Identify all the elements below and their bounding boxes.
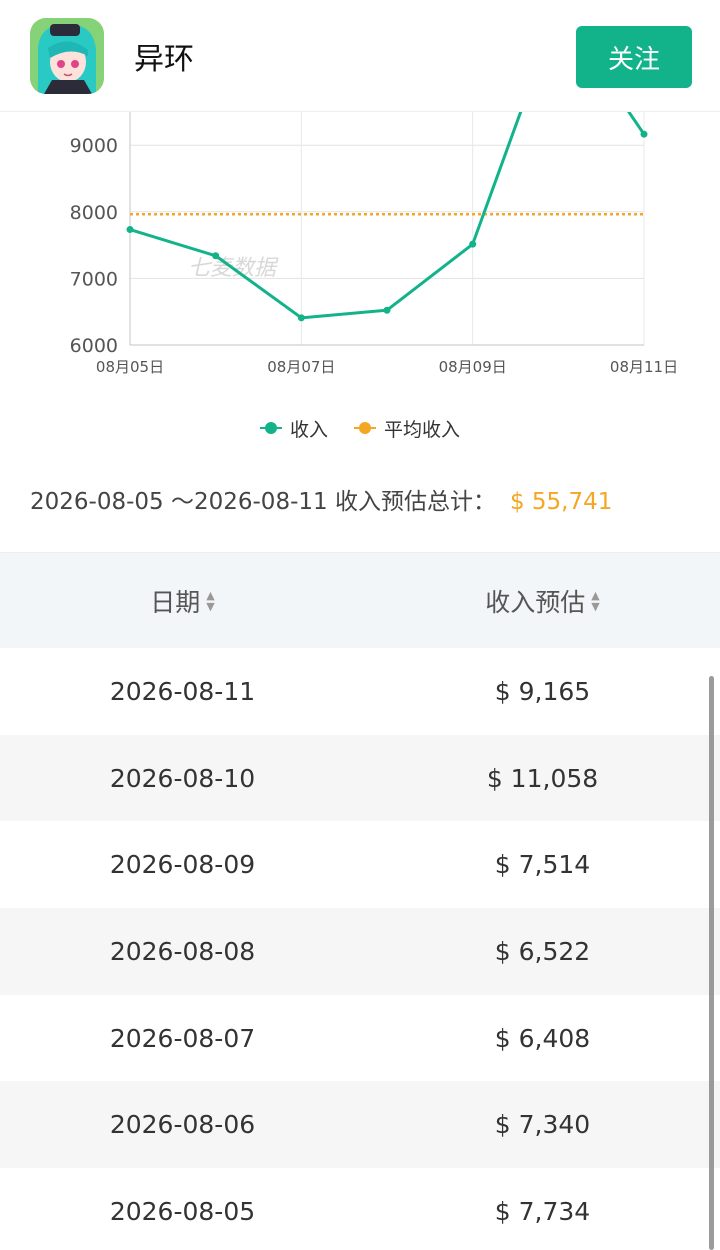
revenue-summary: 2026-08-05 ～2026-08-11 收入预估总计： $ 55,741 — [30, 482, 612, 516]
row-date: 2026-08-09 — [109, 850, 256, 880]
table-row: 2026-08-11 $ 9,165 — [0, 648, 720, 735]
legend-item-average[interactable]: 平均收入 — [354, 415, 460, 442]
summary-total: $ 55,741 — [509, 489, 613, 515]
y-tick-label: 7000 — [70, 268, 118, 290]
chart-legend: 收入 平均收入 — [0, 410, 720, 446]
app-icon[interactable] — [30, 18, 104, 94]
x-tick-label: 08月07日 — [267, 358, 335, 376]
app-header: 异环 关注 — [0, 0, 720, 112]
x-tick-label: 08月09日 — [439, 358, 507, 376]
row-date: 2026-08-11 — [109, 676, 256, 706]
data-point — [640, 130, 648, 138]
scrollbar[interactable] — [709, 676, 714, 1250]
data-point — [469, 240, 477, 248]
row-revenue: $ 9,165 — [494, 676, 591, 706]
sort-icon[interactable]: ▲ ▼ — [591, 590, 599, 612]
data-point — [297, 314, 305, 322]
row-date: 2026-08-06 — [109, 1110, 256, 1140]
row-revenue: $ 7,514 — [494, 850, 591, 880]
summary-text: 2026-08-05 ～2026-08-11 收入预估总计： — [30, 489, 496, 515]
revenue-column-header[interactable]: 收入预估 ▲ ▼ — [365, 583, 720, 619]
y-tick-label: 9000 — [70, 135, 118, 157]
data-point — [126, 226, 134, 234]
row-date: 2026-08-08 — [109, 936, 256, 966]
sort-icon[interactable]: ▲ ▼ — [206, 590, 214, 612]
table-row: 2026-08-07 $ 6,408 — [0, 995, 720, 1082]
date-column-header[interactable]: 日期 ▲ ▼ — [0, 583, 365, 619]
legend-average-marker — [354, 422, 376, 434]
follow-button[interactable]: 关注 — [576, 26, 692, 88]
revenue-header-label: 收入预估 — [485, 587, 586, 617]
row-date: 2026-08-05 — [109, 1196, 256, 1226]
table-row: 2026-08-09 $ 7,514 — [0, 821, 720, 908]
data-point — [383, 306, 391, 314]
row-date: 2026-08-07 — [109, 1023, 256, 1053]
data-point — [212, 252, 220, 260]
x-tick-label: 08月11日 — [610, 358, 678, 376]
table-row: 2026-08-06 $ 7,340 — [0, 1081, 720, 1169]
row-revenue: $ 6,522 — [494, 936, 591, 966]
legend-income-label: 收入 — [289, 418, 328, 441]
legend-average-label: 平均收入 — [384, 418, 461, 441]
row-revenue: $ 6,408 — [494, 1023, 591, 1053]
x-tick-label: 08月05日 — [96, 358, 164, 376]
legend-income-marker — [259, 422, 282, 434]
table-body: 2026-08-11 $ 9,165 2026-08-10 $ 11,058 2… — [0, 648, 720, 1250]
y-tick-label: 6000 — [70, 335, 118, 357]
row-revenue: $ 7,734 — [494, 1196, 591, 1226]
row-date: 2026-08-10 — [109, 763, 256, 793]
row-revenue: $ 7,340 — [494, 1110, 591, 1140]
date-header-label: 日期 — [150, 587, 201, 617]
table-row: 2026-08-10 $ 11,058 — [0, 734, 720, 822]
y-tick-label: 8000 — [70, 202, 118, 224]
revenue-table: 日期 ▲ ▼ 收入预估 ▲ ▼ 2026-08-11 $ 9,165 2026-08… — [0, 552, 720, 1250]
table-row: 2026-08-05 $ 7,734 — [0, 1168, 720, 1250]
table-row: 2026-08-08 $ 6,522 — [0, 908, 720, 995]
row-revenue: $ 11,058 — [486, 763, 599, 793]
table-header: 日期 ▲ ▼ 收入预估 ▲ ▼ — [0, 552, 720, 648]
app-title: 异环 — [134, 42, 194, 77]
legend-item-income[interactable]: 收入 — [259, 415, 328, 442]
